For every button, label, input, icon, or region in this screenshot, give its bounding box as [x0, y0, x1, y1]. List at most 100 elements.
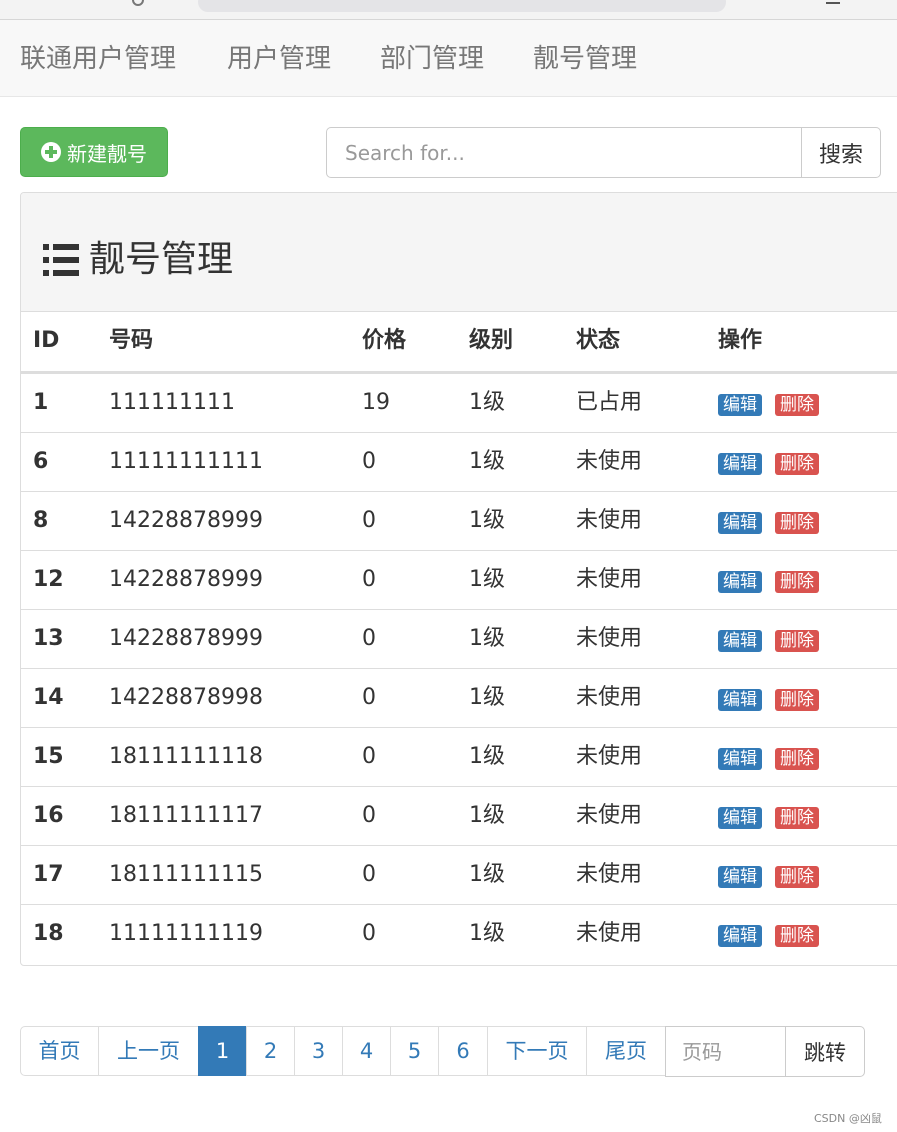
cell-level: 1级 — [469, 921, 505, 946]
panel-heading: 靓号管理 — [21, 193, 897, 312]
page-3[interactable]: 3 — [294, 1026, 343, 1076]
table-row: 18 11111111119 0 1级 未使用 编辑 删除 — [21, 905, 897, 964]
browser-menu-icon[interactable] — [826, 2, 840, 4]
table-row: 6 11111111111 0 1级 未使用 编辑 删除 — [21, 433, 897, 492]
delete-button[interactable]: 删除 — [775, 512, 819, 534]
nav-item-unicom-user-management[interactable]: 联通用户管理 — [20, 42, 176, 76]
cell-mobile: 18111111118 — [109, 744, 263, 769]
top-navbar: 联通用户管理 用户管理 部门管理 靓号管理 — [0, 20, 897, 97]
delete-button[interactable]: 删除 — [775, 748, 819, 770]
cell-id: 8 — [33, 508, 49, 533]
cell-mobile: 14228878998 — [109, 685, 263, 710]
cell-price: 0 — [362, 921, 376, 946]
delete-button[interactable]: 删除 — [775, 866, 819, 888]
edit-button[interactable]: 编辑 — [718, 571, 762, 593]
table-row: 16 18111111117 0 1级 未使用 编辑 删除 — [21, 787, 897, 846]
table-row: 8 14228878999 0 1级 未使用 编辑 删除 — [21, 492, 897, 551]
page-2[interactable]: 2 — [246, 1026, 295, 1076]
cell-status: 未使用 — [576, 449, 643, 474]
browser-reload-icon[interactable] — [132, 0, 144, 6]
cell-level: 1级 — [469, 626, 505, 651]
column-header-actions: 操作 — [718, 328, 763, 353]
new-pretty-number-button[interactable]: 新建靓号 — [20, 127, 168, 177]
cell-status: 未使用 — [576, 862, 643, 887]
nav-item-pretty-number-management[interactable]: 靓号管理 — [533, 42, 637, 76]
table-row: 17 18111111115 0 1级 未使用 编辑 删除 — [21, 846, 897, 905]
page-first[interactable]: 首页 — [20, 1026, 99, 1076]
cell-level: 1级 — [469, 803, 505, 828]
edit-button[interactable]: 编辑 — [718, 453, 762, 475]
column-header-level: 级别 — [469, 328, 514, 353]
cell-id: 16 — [33, 803, 64, 828]
edit-button[interactable]: 编辑 — [718, 630, 762, 652]
delete-button[interactable]: 删除 — [775, 453, 819, 475]
table-row: 13 14228878999 0 1级 未使用 编辑 删除 — [21, 610, 897, 669]
cell-level: 1级 — [469, 744, 505, 769]
page-next[interactable]: 下一页 — [487, 1026, 587, 1076]
cell-status: 未使用 — [576, 567, 643, 592]
search-input[interactable] — [326, 127, 802, 178]
jump-button[interactable]: 跳转 — [785, 1026, 865, 1077]
cell-level: 1级 — [469, 390, 505, 415]
delete-button[interactable]: 删除 — [775, 807, 819, 829]
new-button-label: 新建靓号 — [67, 141, 147, 166]
page-1[interactable]: 1 — [198, 1026, 247, 1076]
cell-mobile: 18111111115 — [109, 862, 263, 887]
edit-button[interactable]: 编辑 — [718, 689, 762, 711]
edit-button[interactable]: 编辑 — [718, 394, 762, 416]
cell-price: 0 — [362, 803, 376, 828]
cell-level: 1级 — [469, 862, 505, 887]
browser-address-bar[interactable] — [198, 0, 726, 12]
cell-price: 0 — [362, 626, 376, 651]
cell-mobile: 11111111119 — [109, 921, 263, 946]
cell-status: 未使用 — [576, 508, 643, 533]
edit-button[interactable]: 编辑 — [718, 807, 762, 829]
edit-button[interactable]: 编辑 — [718, 866, 762, 888]
page-4[interactable]: 4 — [342, 1026, 391, 1076]
delete-button[interactable]: 删除 — [775, 925, 819, 947]
delete-button[interactable]: 删除 — [775, 630, 819, 652]
cell-status: 未使用 — [576, 803, 643, 828]
cell-price: 0 — [362, 744, 376, 769]
column-header-mobile: 号码 — [109, 328, 154, 353]
cell-price: 0 — [362, 567, 376, 592]
page-6[interactable]: 6 — [438, 1026, 488, 1076]
page-prev[interactable]: 上一页 — [98, 1026, 199, 1076]
cell-id: 6 — [33, 449, 49, 474]
nav-item-department-management[interactable]: 部门管理 — [380, 42, 484, 76]
cell-level: 1级 — [469, 449, 505, 474]
page-number-input[interactable] — [665, 1026, 786, 1077]
delete-button[interactable]: 删除 — [775, 571, 819, 593]
cell-mobile: 11111111111 — [109, 449, 263, 474]
cell-level: 1级 — [469, 685, 505, 710]
cell-id: 12 — [33, 567, 64, 592]
cell-status: 未使用 — [576, 626, 643, 651]
cell-price: 0 — [362, 685, 376, 710]
edit-button[interactable]: 编辑 — [718, 512, 762, 534]
cell-id: 18 — [33, 921, 64, 946]
cell-status: 未使用 — [576, 685, 643, 710]
cell-level: 1级 — [469, 567, 505, 592]
column-header-price: 价格 — [362, 328, 407, 353]
nav-item-user-management[interactable]: 用户管理 — [227, 42, 331, 76]
cell-mobile: 14228878999 — [109, 567, 263, 592]
column-header-id: ID — [33, 328, 60, 353]
edit-button[interactable]: 编辑 — [718, 748, 762, 770]
search-button[interactable]: 搜索 — [801, 127, 881, 178]
delete-button[interactable]: 删除 — [775, 689, 819, 711]
cell-level: 1级 — [469, 508, 505, 533]
cell-id: 17 — [33, 862, 64, 887]
cell-mobile: 14228878999 — [109, 508, 263, 533]
cell-status: 已占用 — [576, 390, 643, 415]
cell-id: 15 — [33, 744, 64, 769]
cell-status: 未使用 — [576, 921, 643, 946]
cell-mobile: 18111111117 — [109, 803, 263, 828]
panel-title: 靓号管理 — [89, 239, 234, 280]
edit-button[interactable]: 编辑 — [718, 925, 762, 947]
delete-button[interactable]: 删除 — [775, 394, 819, 416]
cell-price: 0 — [362, 449, 376, 474]
table-row: 15 18111111118 0 1级 未使用 编辑 删除 — [21, 728, 897, 787]
page-last[interactable]: 尾页 — [586, 1026, 666, 1076]
cell-id: 13 — [33, 626, 64, 651]
page-5[interactable]: 5 — [390, 1026, 439, 1076]
